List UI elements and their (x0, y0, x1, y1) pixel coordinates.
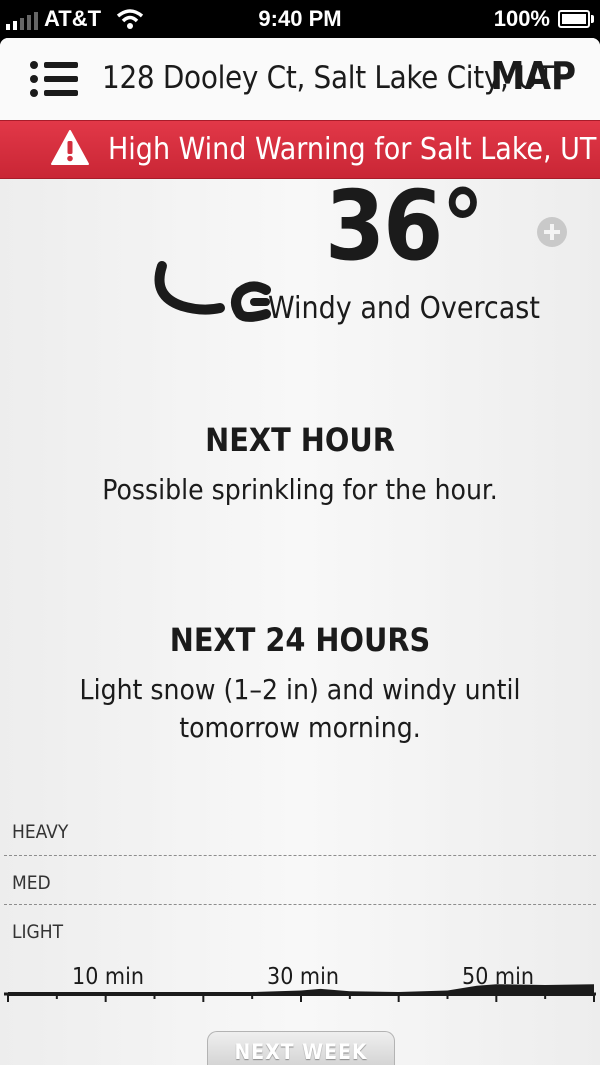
current-temperature: 36° (325, 170, 484, 282)
battery-icon (558, 10, 594, 28)
add-location-icon[interactable] (536, 216, 568, 248)
next-week-button[interactable]: NEXT WEEK (207, 1031, 395, 1065)
precipitation-chart: HEAVY MED LIGHT 10 min 30 min 50 min (0, 808, 600, 1008)
next-hour-summary: Possible sprinkling for the hour. (102, 473, 498, 506)
status-bar: AT&T 9:40 PM 100% (0, 0, 600, 38)
top-bar: 128 Dooley Ct, Salt Lake City, UT MAP (0, 38, 600, 120)
next-24-hours-title: NEXT 24 HOURS (169, 621, 431, 659)
status-right: 100% (493, 6, 594, 32)
map-button[interactable]: MAP (490, 54, 576, 98)
current-condition: Windy and Overcast (268, 291, 540, 326)
app-screen: 128 Dooley Ct, Salt Lake City, UT MAP Hi… (0, 38, 600, 1065)
menu-icon[interactable] (30, 60, 78, 100)
alert-text: High Wind Warning for Salt Lake, UT (108, 132, 597, 167)
x-tick-label-50: 50 min (462, 964, 534, 990)
x-tick-label-10: 10 min (72, 964, 144, 990)
wind-icon (154, 261, 271, 322)
weather-alert-banner[interactable]: High Wind Warning for Salt Lake, UT (0, 120, 600, 179)
battery-percent: 100% (493, 6, 550, 31)
warning-icon (51, 130, 89, 165)
location-address[interactable]: 128 Dooley Ct, Salt Lake City, UT (102, 60, 554, 96)
next-24-hours-summary: Light snow (1–2 in) and windy until tomo… (79, 673, 521, 744)
next-hour-title: NEXT HOUR (205, 421, 395, 459)
x-tick-label-30: 30 min (267, 964, 339, 990)
